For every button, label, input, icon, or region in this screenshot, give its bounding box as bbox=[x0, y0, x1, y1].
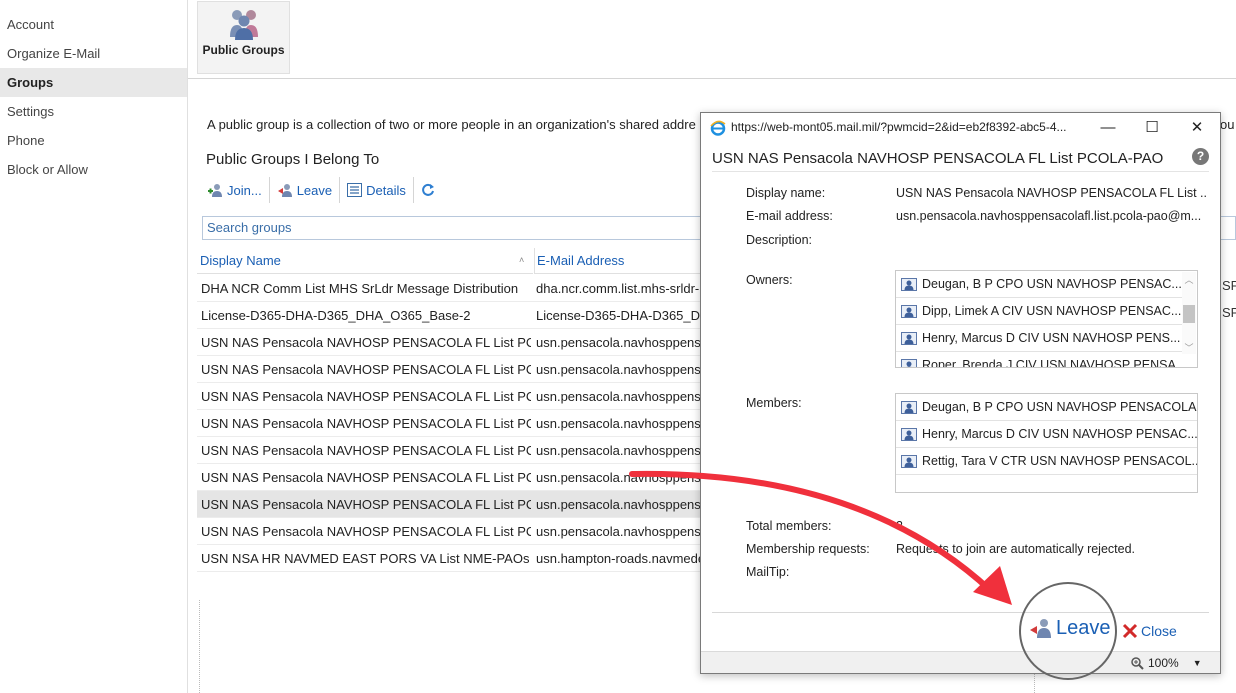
annotation-arrow bbox=[629, 470, 1012, 605]
